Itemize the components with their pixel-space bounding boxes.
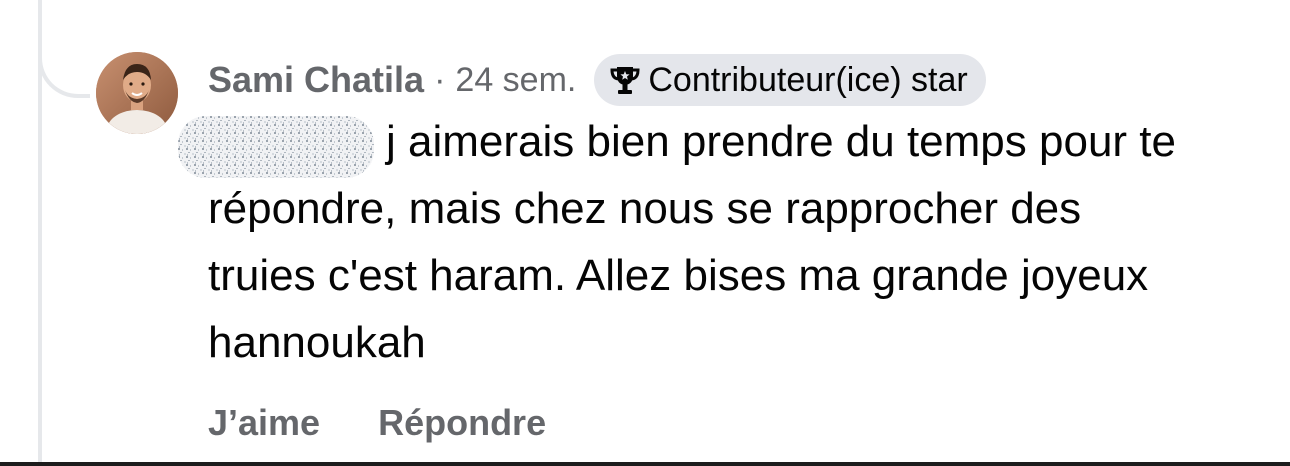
comment-body: j aimerais bien prendre du temps pour te…: [208, 117, 1176, 367]
comment-header: Sami Chatila · 24 sem. Contributeur(ice)…: [208, 54, 986, 106]
meta-separator: ·: [434, 60, 446, 99]
timestamp[interactable]: 24 sem.: [455, 61, 576, 100]
divider: [0, 462, 1290, 466]
avatar[interactable]: [96, 52, 178, 134]
top-contributor-badge[interactable]: Contributeur(ice) star: [594, 54, 986, 106]
badge-label: Contributeur(ice) star: [648, 60, 968, 99]
trophy-icon: [610, 67, 640, 94]
comment-thread: Sami Chatila · 24 sem. Contributeur(ice)…: [0, 0, 1290, 466]
reply-button[interactable]: Répondre: [378, 402, 546, 444]
comment-actions: J’aime Répondre: [208, 402, 546, 444]
author-name[interactable]: Sami Chatila: [208, 59, 424, 101]
like-button[interactable]: J’aime: [208, 402, 320, 444]
thread-connector: [38, 0, 90, 98]
